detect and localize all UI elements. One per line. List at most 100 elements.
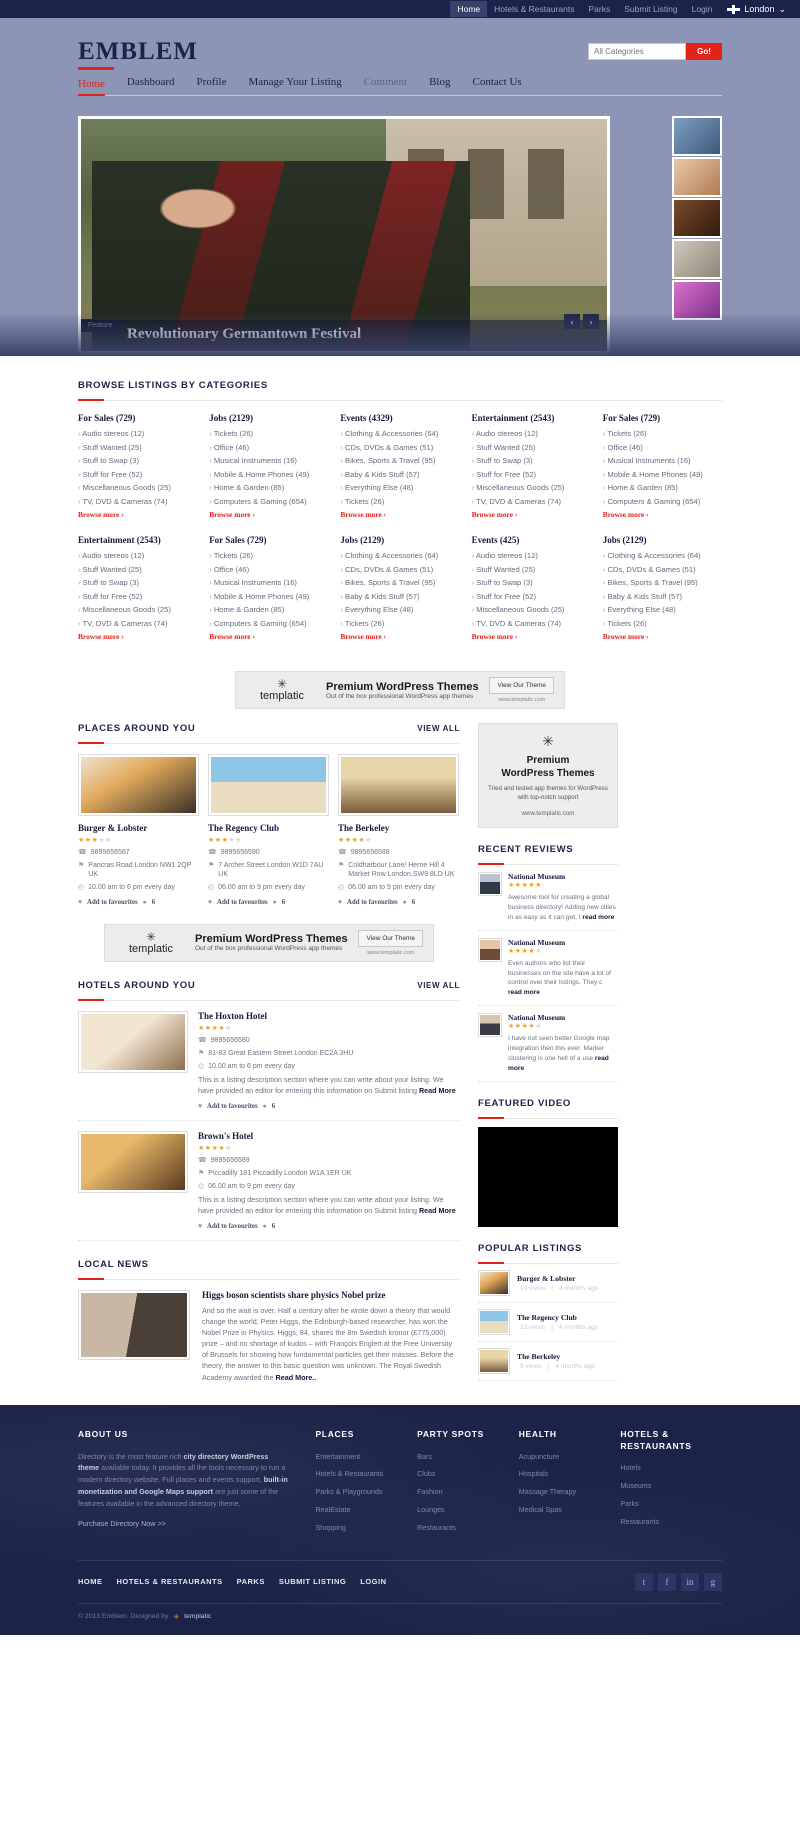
- category-item[interactable]: Home & Garden (85): [603, 483, 722, 492]
- footer-link[interactable]: Restaurants: [417, 1522, 519, 1534]
- category-item[interactable]: TV, DVD & Cameras (74): [78, 619, 197, 628]
- nav-dashboard[interactable]: Dashboard: [127, 76, 175, 91]
- footer-bottom-link[interactable]: SUBMIT LISTING: [279, 1577, 346, 1586]
- category-item[interactable]: CDs, DVDs & Games (51): [340, 443, 459, 452]
- search-go-button[interactable]: Go!: [686, 43, 722, 60]
- category-item[interactable]: Stuff Wanted (25): [78, 565, 197, 574]
- linkedin-icon[interactable]: in: [681, 1572, 699, 1591]
- category-item[interactable]: Clothing & Accessories (64): [603, 551, 722, 560]
- footer-bottom-link[interactable]: HOTELS & RESTAURANTS: [117, 1577, 223, 1586]
- footer-link[interactable]: Restaurants: [620, 1516, 722, 1528]
- category-item[interactable]: Tickets (26): [340, 497, 459, 506]
- category-item[interactable]: Tickets (26): [603, 429, 722, 438]
- nav-comment[interactable]: Comment: [364, 76, 407, 91]
- facebook-icon[interactable]: f: [658, 1572, 676, 1591]
- category-item[interactable]: Miscellaneous Goods (25): [78, 605, 197, 614]
- popular-name[interactable]: The Berkeley: [517, 1352, 598, 1361]
- footer-link[interactable]: Parks & Playgrounds: [315, 1486, 417, 1498]
- slider-thumb[interactable]: [672, 157, 722, 197]
- place-thumbnail[interactable]: [208, 754, 329, 816]
- footer-bottom-link[interactable]: PARKS: [237, 1577, 265, 1586]
- hotels-view-all[interactable]: VIEW ALL: [417, 981, 460, 990]
- add-to-favourites-label[interactable]: Add to favourites: [207, 1223, 258, 1230]
- category-item[interactable]: Stuff Wanted (25): [78, 443, 197, 452]
- category-item[interactable]: Home & Garden (85): [209, 605, 328, 614]
- popular-item[interactable]: The Berkeley 9 views | 4 months ago: [478, 1342, 618, 1381]
- category-item[interactable]: Tickets (26): [603, 619, 722, 628]
- footer-bottom-link[interactable]: HOME: [78, 1577, 103, 1586]
- category-item[interactable]: Stuff Wanted (25): [472, 565, 591, 574]
- category-item[interactable]: Everything Else (48): [340, 605, 459, 614]
- footer-link[interactable]: Hotels: [620, 1462, 722, 1474]
- category-item[interactable]: TV, DVD & Cameras (74): [472, 619, 591, 628]
- popular-name[interactable]: The Regency Club: [517, 1313, 601, 1322]
- review-read-more[interactable]: read more: [582, 914, 614, 921]
- place-thumbnail[interactable]: [338, 754, 459, 816]
- topbar-link-home[interactable]: Home: [450, 1, 488, 17]
- category-item[interactable]: Everything Else (48): [603, 605, 722, 614]
- category-item[interactable]: CDs, DVDs & Games (51): [603, 565, 722, 574]
- review-read-more[interactable]: read more: [508, 989, 540, 996]
- category-item[interactable]: TV, DVD & Cameras (74): [472, 497, 591, 506]
- slider-prev-icon[interactable]: ‹: [564, 314, 580, 329]
- add-to-favourites-label[interactable]: Add to favourites: [347, 899, 398, 906]
- category-item[interactable]: Clothing & Accessories (64): [340, 429, 459, 438]
- twitter-icon[interactable]: t: [635, 1572, 653, 1591]
- category-item[interactable]: Office (46): [603, 443, 722, 452]
- category-item[interactable]: Miscellaneous Goods (25): [472, 605, 591, 614]
- footer-link[interactable]: Entertainment: [315, 1451, 417, 1463]
- slider-thumb[interactable]: [672, 239, 722, 279]
- hotel-thumbnail[interactable]: [78, 1130, 188, 1193]
- popular-item[interactable]: Burger & Lobster 14 views | 4 months ago: [478, 1264, 618, 1303]
- category-item[interactable]: Bikes, Sports & Travel (95): [340, 456, 459, 465]
- category-item[interactable]: CDs, DVDs & Games (51): [340, 565, 459, 574]
- category-item[interactable]: Computers & Gaming (654): [603, 497, 722, 506]
- category-item[interactable]: Tickets (26): [340, 619, 459, 628]
- nav-manage-your-listing[interactable]: Manage Your Listing: [249, 76, 342, 91]
- category-item[interactable]: Musical Instruments (16): [603, 456, 722, 465]
- category-item[interactable]: Miscellaneous Goods (25): [78, 483, 197, 492]
- category-item[interactable]: Computers & Gaming (654): [209, 619, 328, 628]
- nav-home[interactable]: Home: [78, 78, 105, 96]
- category-browse-more[interactable]: Browse more ›: [603, 510, 722, 519]
- footer-link[interactable]: Massage Therapy: [519, 1486, 621, 1498]
- category-browse-more[interactable]: Browse more ›: [78, 510, 197, 519]
- category-item[interactable]: Stuff to Swap (3): [472, 578, 591, 587]
- location-selector[interactable]: London ⌄: [719, 4, 786, 15]
- category-item[interactable]: Stuff for Free (52): [78, 470, 197, 479]
- topbar-link-hotels-restaurants[interactable]: Hotels & Restaurants: [487, 1, 581, 17]
- category-item[interactable]: Bikes, Sports & Travel (95): [340, 578, 459, 587]
- hero-slider[interactable]: Feature Revolutionary Germantown Festiva…: [78, 116, 610, 354]
- category-item[interactable]: Stuff to Swap (3): [78, 456, 197, 465]
- sidebar-ad[interactable]: ✳ Premium WordPress Themes Tried and tes…: [478, 723, 618, 828]
- hotel-thumbnail[interactable]: [78, 1010, 188, 1073]
- category-item[interactable]: Stuff for Free (52): [78, 592, 197, 601]
- review-author[interactable]: National Museum: [508, 1013, 618, 1022]
- place-name[interactable]: The Berkeley: [338, 823, 459, 833]
- review-author[interactable]: National Museum: [508, 938, 618, 947]
- category-item[interactable]: Mobile & Home Phones (49): [209, 470, 328, 479]
- category-item[interactable]: Audio stereos (12): [78, 551, 197, 560]
- category-item[interactable]: Stuff Wanted (25): [472, 443, 591, 452]
- news-thumbnail[interactable]: [78, 1289, 190, 1360]
- category-item[interactable]: Musical Instruments (16): [209, 578, 328, 587]
- footer-link[interactable]: Lounges: [417, 1504, 519, 1516]
- add-to-favourites-label[interactable]: Add to favourites: [217, 899, 268, 906]
- category-item[interactable]: Audio stereos (12): [78, 429, 197, 438]
- footer-link[interactable]: Bars: [417, 1451, 519, 1463]
- nav-profile[interactable]: Profile: [197, 76, 227, 91]
- nav-contact-us[interactable]: Contact Us: [473, 76, 522, 91]
- category-item[interactable]: Home & Garden (85): [209, 483, 328, 492]
- footer-link[interactable]: Acupuncture: [519, 1451, 621, 1463]
- footer-purchase-link[interactable]: Purchase Directory Now >>: [78, 1518, 166, 1530]
- category-item[interactable]: Mobile & Home Phones (49): [603, 470, 722, 479]
- footer-link[interactable]: RealEstate: [315, 1504, 417, 1516]
- category-item[interactable]: Tickets (26): [209, 551, 328, 560]
- slider-thumb[interactable]: [672, 116, 722, 156]
- ad-banner-middle[interactable]: ✳ templatic Premium WordPress Themes Out…: [104, 923, 434, 962]
- category-browse-more[interactable]: Browse more ›: [209, 510, 328, 519]
- footer-link[interactable]: Museums: [620, 1480, 722, 1492]
- heart-icon[interactable]: ♥: [208, 899, 212, 906]
- category-item[interactable]: Clothing & Accessories (64): [340, 551, 459, 560]
- footer-link[interactable]: Hospitals: [519, 1468, 621, 1480]
